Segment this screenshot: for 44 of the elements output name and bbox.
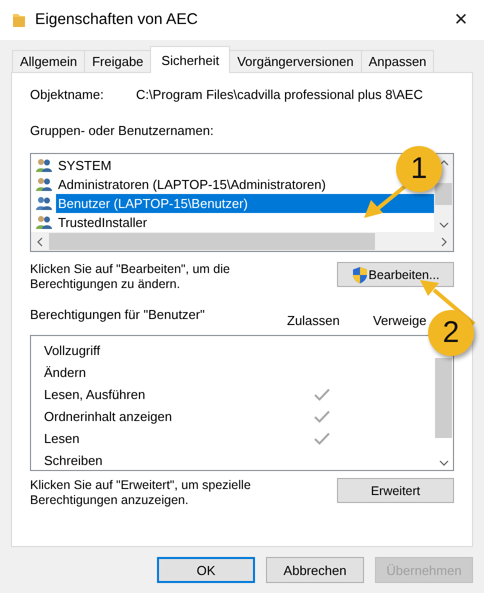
tab[interactable]: Sicherheit — [150, 46, 230, 73]
object-name-value: C:\Program Files\cadvilla professional plus 8\AEC — [136, 87, 423, 102]
permission-name: Ordnerinhalt anzeigen — [44, 408, 173, 424]
tab[interactable]: Anpassen — [360, 50, 434, 72]
tab[interactable]: Vorgängerversionen — [229, 50, 362, 72]
advanced-button[interactable]: Erweitert — [337, 478, 454, 503]
check-icon — [314, 410, 330, 422]
column-header: Verweige — [373, 313, 426, 328]
users-icon — [35, 215, 53, 230]
scroll-down-icon[interactable] — [438, 460, 448, 466]
groups-label: Gruppen- oder Benutzernamen: — [30, 123, 215, 138]
object-name-label: Objektname: — [30, 87, 105, 102]
permissions-label: Berechtigungen für "Benutzer" — [30, 307, 205, 322]
horizontal-scrollbar[interactable] — [31, 232, 453, 251]
scrollbar-thumb[interactable] — [435, 358, 452, 438]
window-title: Eigenschaften von AEC — [35, 11, 199, 29]
check-icon — [314, 388, 330, 400]
scroll-left-icon[interactable] — [37, 236, 43, 246]
advanced-hint: Klicken Sie auf "Erweitert", um spezielle Berechtigungen anzuzeigen. — [30, 478, 252, 508]
group-item[interactable]: TrustedInstaller — [56, 213, 148, 232]
group-item[interactable]: SYSTEM — [56, 156, 112, 175]
permission-name: Schreiben — [44, 452, 104, 468]
dialog-button[interactable]: Abbrechen — [266, 557, 364, 583]
group-item[interactable]: Administratoren (LAPTOP-15\Administratoren) — [56, 175, 326, 194]
permission-name: Lesen, Ausführen — [44, 386, 146, 402]
tab[interactable]: Freigabe — [84, 50, 152, 72]
column-header: Zulassen — [287, 313, 340, 328]
users-icon — [35, 177, 53, 192]
close-button[interactable]: ✕ — [438, 0, 484, 40]
dialog-button[interactable]: OK — [157, 557, 255, 583]
group-item[interactable]: Benutzer (LAPTOP-15\Benutzer) — [56, 194, 434, 213]
edit-button[interactable]: Bearbeiten... — [337, 262, 454, 287]
check-icon — [314, 432, 330, 444]
users-icon — [35, 158, 53, 173]
tab[interactable]: Allgemein — [12, 50, 86, 72]
permission-name: Ändern — [44, 364, 87, 380]
shield-icon — [352, 266, 368, 284]
users-icon — [35, 196, 53, 211]
folder-icon — [12, 12, 26, 28]
permission-name: Lesen — [44, 430, 80, 446]
edit-hint: Klicken Sie auf "Bearbeiten", um die Berechtigungen zu ändern. — [30, 262, 231, 292]
permission-name: Vollzugriff — [44, 342, 102, 358]
scroll-down-icon[interactable] — [438, 222, 448, 228]
scroll-right-icon[interactable] — [441, 236, 447, 246]
